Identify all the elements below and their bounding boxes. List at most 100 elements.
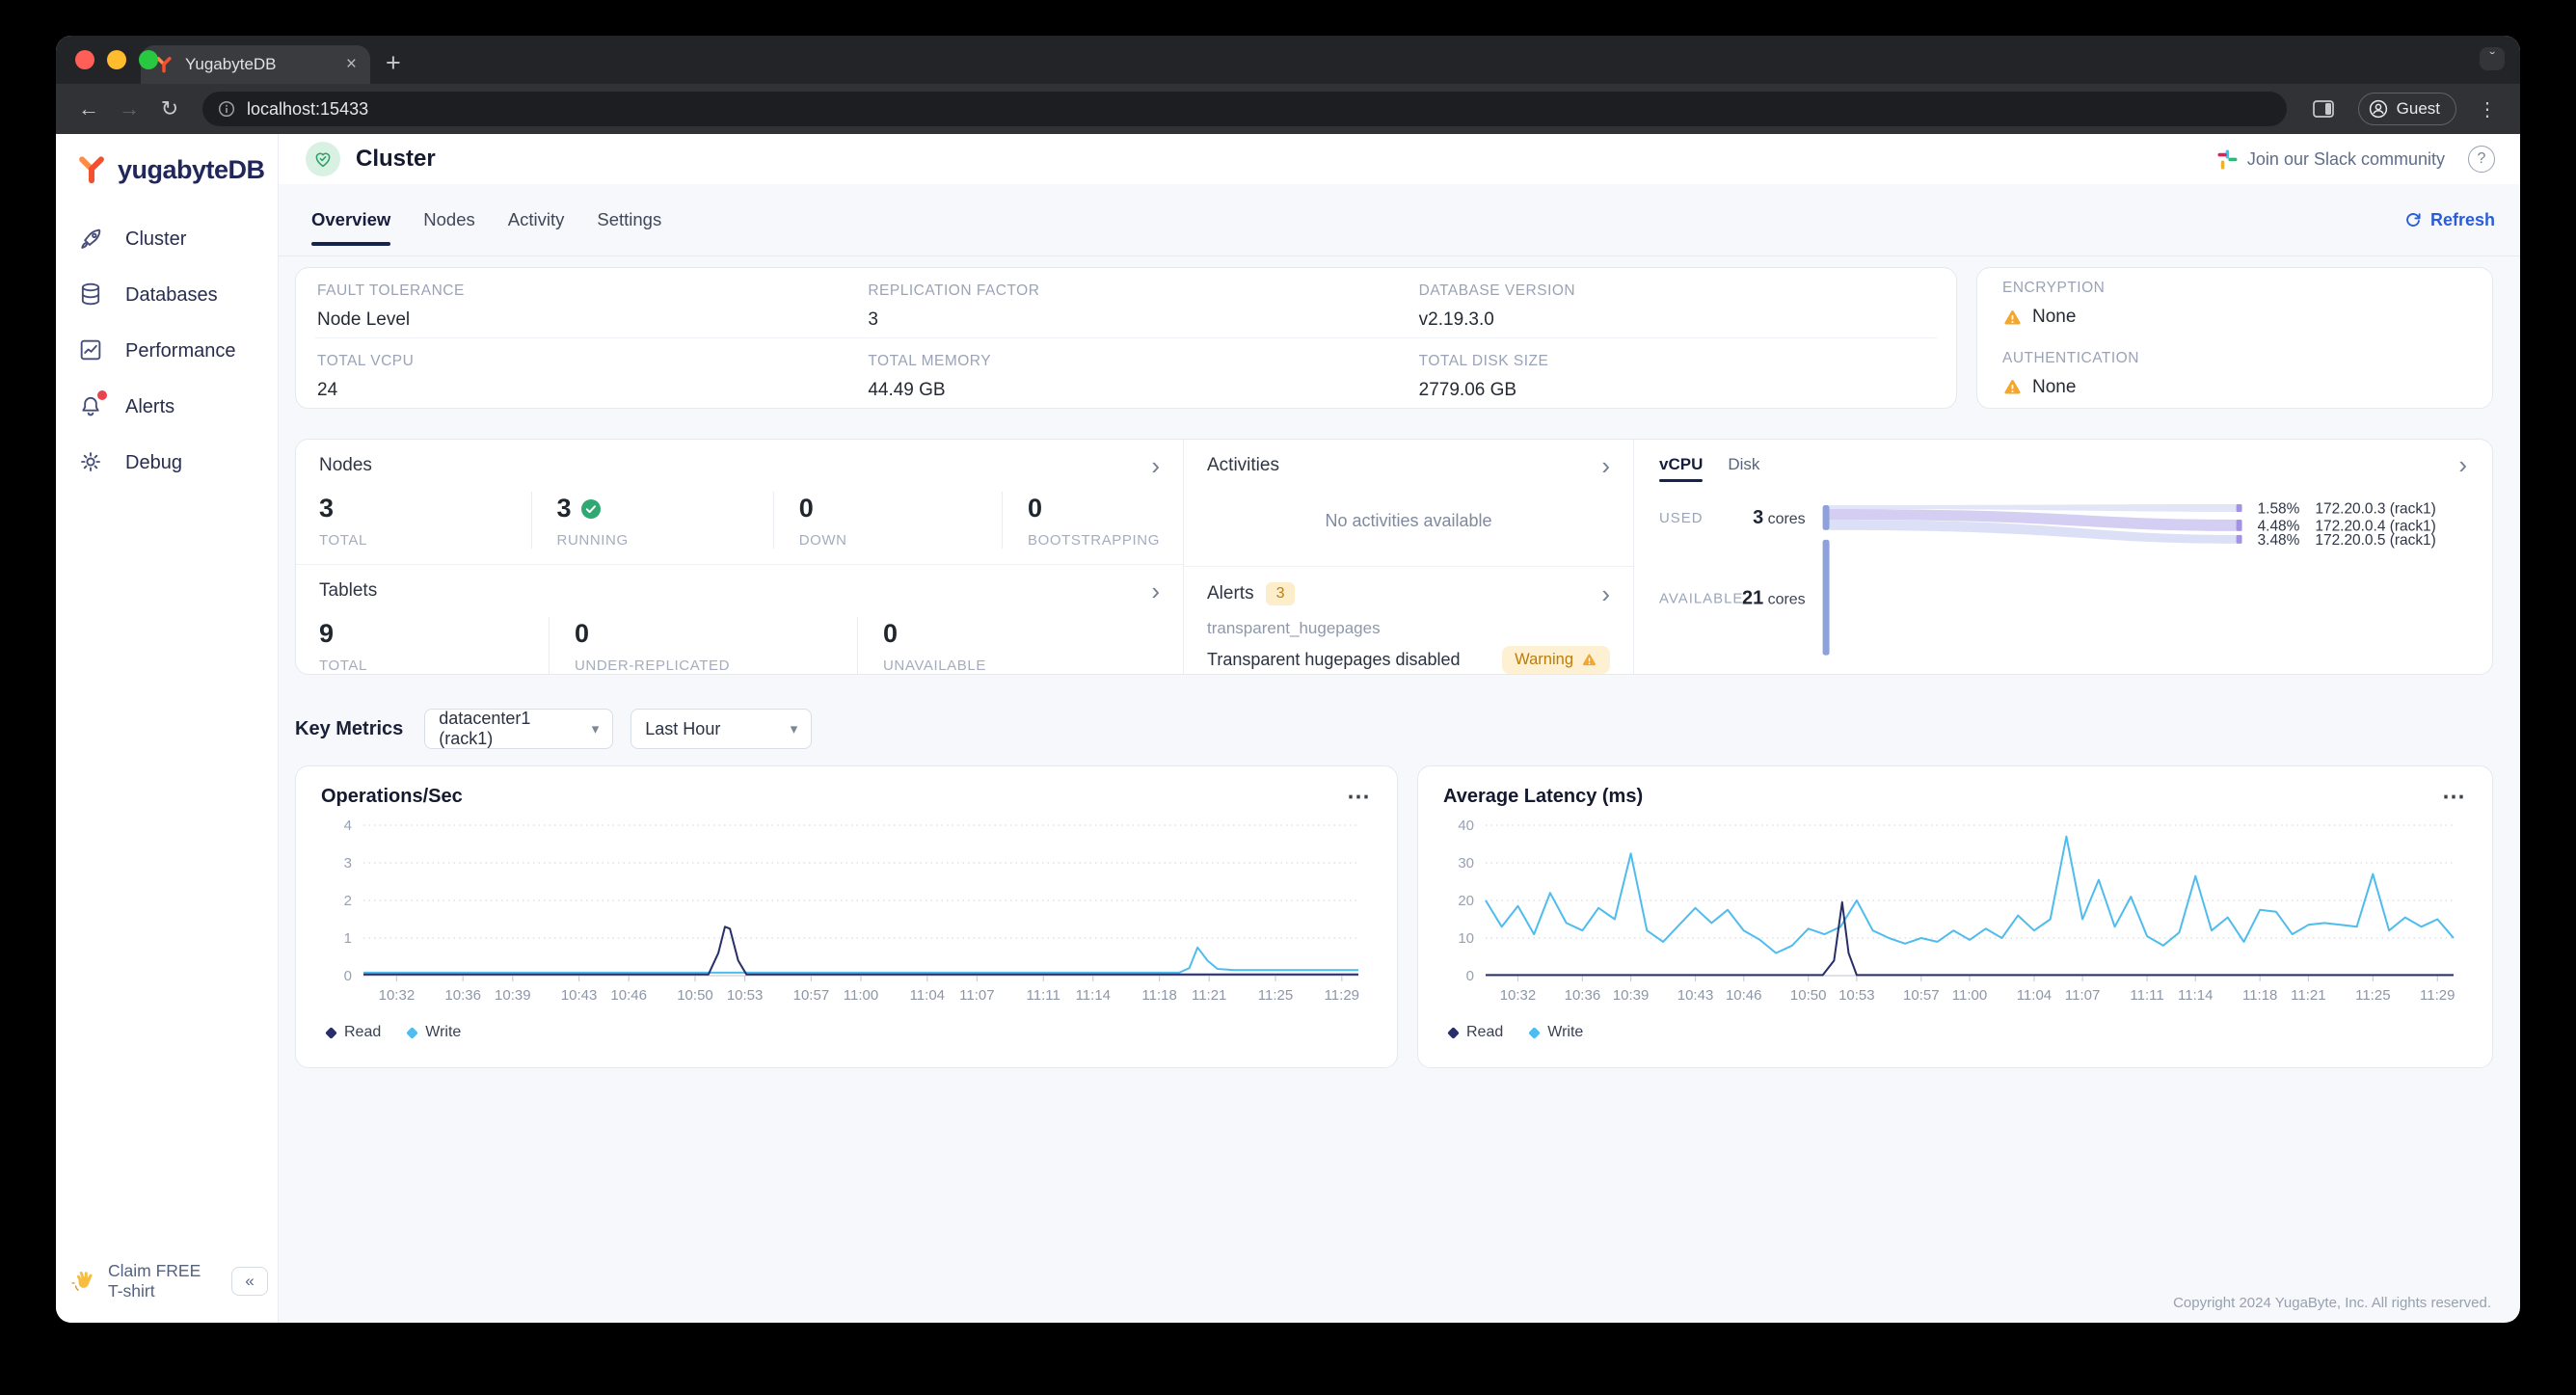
- tab-nodes[interactable]: Nodes: [423, 184, 474, 255]
- minimize-window-button[interactable]: [107, 50, 126, 69]
- tab-search-chevron-icon[interactable]: ˇ: [2480, 47, 2505, 70]
- activities-empty-text: No activities available: [1325, 511, 1492, 530]
- info-field: REPLICATION FACTOR 3: [850, 275, 1401, 331]
- usage-tab-vcpu[interactable]: vCPU: [1659, 455, 1704, 482]
- activities-title: Activities: [1207, 455, 1279, 475]
- svg-text:11:14: 11:14: [2178, 987, 2213, 1004]
- alerts-chevron-icon[interactable]: ›: [1601, 581, 1610, 606]
- join-slack-link[interactable]: Join our Slack community: [2217, 149, 2445, 170]
- waving-hand-icon: [71, 1271, 93, 1291]
- svg-text:11:18: 11:18: [1141, 987, 1176, 1004]
- refresh-icon: [2406, 213, 2421, 227]
- alerts-count-badge: 3: [1265, 582, 1296, 605]
- chart-menu-icon[interactable]: ⋯: [1347, 785, 1372, 808]
- usage-panel: vCPU Disk › USED 3 cores AVAILABLE 21 cores 1…: [1633, 440, 2492, 674]
- help-button[interactable]: ?: [2468, 146, 2495, 173]
- join-slack-label: Join our Slack community: [2246, 148, 2445, 169]
- security-field-label: AUTHENTICATION: [2002, 349, 2139, 366]
- svg-text:0: 0: [344, 968, 352, 984]
- security-field: AUTHENTICATION None: [1977, 338, 2492, 409]
- close-window-button[interactable]: [75, 50, 94, 69]
- region-select-value: datacenter1 (rack1): [439, 709, 531, 748]
- svg-text:21 cores: 21 cores: [1742, 588, 1806, 609]
- svg-text:11:14: 11:14: [1076, 987, 1111, 1004]
- site-info-icon[interactable]: [218, 100, 235, 118]
- stat-label: UNAVAILABLE: [883, 657, 986, 674]
- info-field-value: 3: [868, 309, 878, 330]
- address-bar[interactable]: localhost:15433: [202, 92, 2287, 126]
- yugabytedb-logo[interactable]: yugabyteDB: [56, 134, 278, 200]
- tab-activity[interactable]: Activity: [508, 184, 565, 255]
- alert-dot: [97, 390, 107, 400]
- security-field: ENCRYPTION None: [1977, 268, 2492, 338]
- tab-settings[interactable]: Settings: [597, 184, 661, 255]
- time-range-select[interactable]: Last Hour ▾: [631, 709, 813, 749]
- sidebar-item-databases[interactable]: Databases: [56, 267, 278, 323]
- stat-running: 3 RUNNING: [530, 492, 773, 549]
- usage-chevron-icon[interactable]: ›: [2458, 452, 2467, 477]
- browser-menu-icon[interactable]: ⋮: [2470, 92, 2505, 126]
- nodes-panel: Nodes › 3 TOTAL 3 RUNNING 0 DOWN 0 BOOTSTRAPPIN…: [296, 440, 1183, 564]
- svg-text:3.48%: 3.48%: [2258, 532, 2300, 549]
- nodes-chevron-icon[interactable]: ›: [1151, 453, 1160, 478]
- reload-button[interactable]: ↻: [152, 92, 187, 126]
- database-icon: [77, 281, 106, 309]
- claim-tshirt-row[interactable]: Claim FREE T-shirt «: [71, 1261, 268, 1301]
- info-field-value: 24: [317, 380, 338, 400]
- info-field-label: DATABASE VERSION: [1418, 282, 1576, 299]
- svg-text:3 cores: 3 cores: [1753, 507, 1806, 528]
- stat-value: 0: [883, 619, 899, 648]
- tab-overview[interactable]: Overview: [311, 184, 391, 255]
- nodes-title: Nodes: [319, 455, 372, 475]
- usage-tabs: vCPU Disk: [1659, 455, 1759, 482]
- stat-value: 0: [1028, 494, 1043, 523]
- stat-total: 3 TOTAL: [319, 492, 531, 549]
- chart-menu-icon[interactable]: ⋯: [2442, 785, 2467, 808]
- key-metrics-title: Key Metrics: [295, 717, 404, 739]
- operations-chart: 0 1 2 3 4 10:32 10:36 10:39 10:43 10:46 10:50 10:53…: [344, 818, 1359, 1004]
- info-field: FAULT TOLERANCE Node Level: [300, 275, 850, 331]
- sidebar-item-cluster[interactable]: Cluster: [56, 211, 278, 267]
- browser-tab[interactable]: YugabyteDB ×: [141, 45, 370, 84]
- latency-chart-title: Average Latency (ms): [1443, 786, 1644, 807]
- stat-label: TOTAL: [319, 532, 367, 549]
- svg-text:10:50: 10:50: [1790, 987, 1827, 1004]
- gear-icon: [77, 448, 106, 477]
- profile-button[interactable]: Guest: [2357, 93, 2456, 125]
- chart-legend: Read Write: [321, 1024, 1372, 1041]
- browser-window: YugabyteDB × + ˇ ← → ↻ localhost:15433 G…: [56, 36, 2520, 1323]
- desktop: YugabyteDB × + ˇ ← → ↻ localhost:15433 G…: [0, 0, 2576, 1395]
- region-select[interactable]: datacenter1 (rack1) ▾: [424, 709, 614, 749]
- sidebar-collapse-button[interactable]: «: [231, 1267, 268, 1296]
- info-field: TOTAL MEMORY 44.49 GB: [850, 345, 1401, 401]
- slack-icon: [2217, 149, 2238, 169]
- key-metrics-row: Key Metrics datacenter1 (rack1) ▾ Last H…: [295, 709, 2493, 749]
- usage-tab-disk[interactable]: Disk: [1728, 455, 1759, 482]
- side-panel-icon[interactable]: [2312, 98, 2335, 120]
- tablets-title: Tablets: [319, 580, 378, 601]
- activities-chevron-icon[interactable]: ›: [1601, 453, 1610, 478]
- cluster-info-row-1: FAULT TOLERANCE Node Level REPLICATION FAC…: [296, 268, 1956, 337]
- new-tab-button[interactable]: +: [386, 48, 401, 78]
- forward-button[interactable]: →: [112, 92, 147, 126]
- alert-name-link[interactable]: transparent_hugepages: [1207, 619, 1610, 638]
- refresh-button[interactable]: Refresh: [2403, 210, 2495, 230]
- back-button[interactable]: ←: [71, 92, 106, 126]
- sidebar-item-debug[interactable]: Debug: [56, 435, 278, 491]
- browser-tabstrip: YugabyteDB × + ˇ: [56, 36, 2520, 84]
- svg-text:10:46: 10:46: [610, 987, 647, 1004]
- copyright-text: Copyright 2024 YugaByte, Inc. All rights…: [2173, 1295, 2491, 1311]
- page-title: Cluster: [356, 146, 436, 172]
- info-field-value: 2779.06 GB: [1418, 380, 1517, 400]
- info-field-label: TOTAL VCPU: [317, 353, 415, 369]
- chevron-down-icon: ▾: [591, 721, 600, 738]
- sidebar-item-alerts[interactable]: Alerts: [56, 379, 278, 435]
- svg-text:1.58%: 1.58%: [2258, 500, 2300, 517]
- tablets-chevron-icon[interactable]: ›: [1151, 578, 1160, 604]
- sidebar-item-performance[interactable]: Performance: [56, 323, 278, 379]
- info-field: TOTAL DISK SIZE 2779.06 GB: [1402, 345, 1952, 401]
- check-circle-icon: [580, 498, 601, 519]
- tab-close-icon[interactable]: ×: [346, 54, 357, 75]
- zoom-window-button[interactable]: [139, 50, 158, 69]
- svg-text:USED: USED: [1659, 510, 1704, 526]
